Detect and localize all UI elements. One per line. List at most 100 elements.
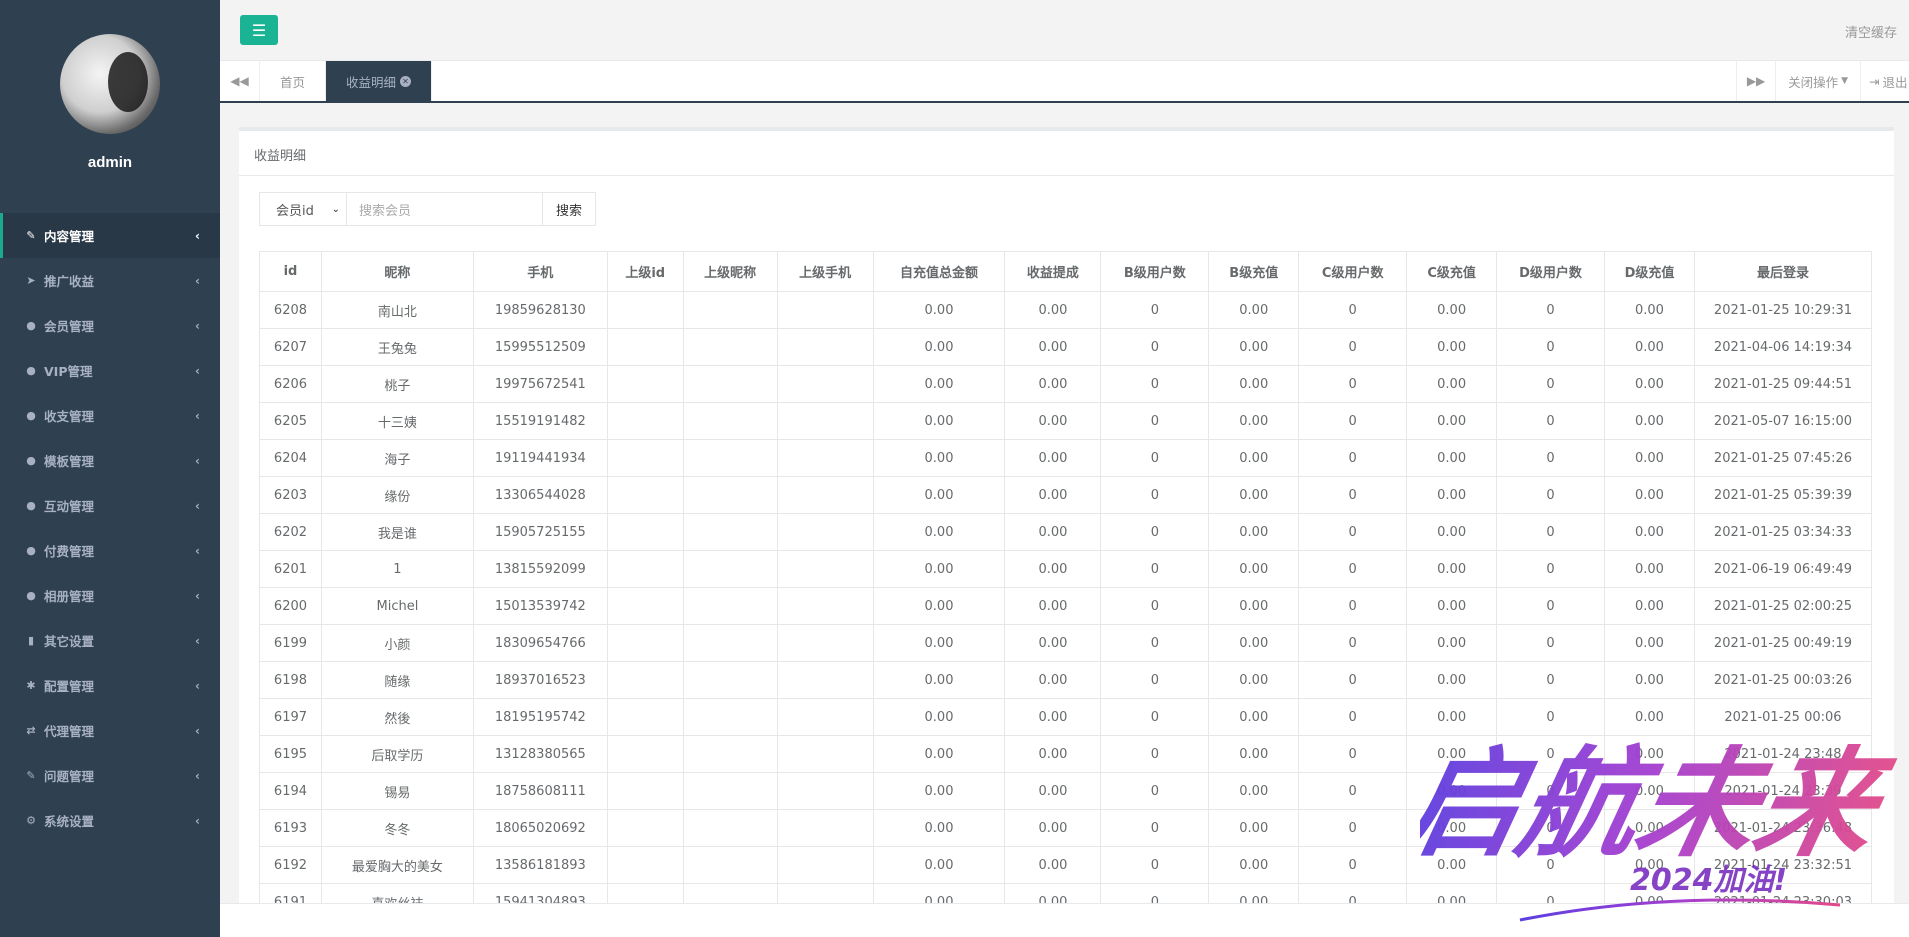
table-cell: 小颜 bbox=[320, 624, 474, 662]
tabs-right-controls: ▶▶ 关闭操作 ▼ ⇥ 退出 bbox=[1736, 61, 1909, 101]
asterisk-icon: ✱ bbox=[26, 679, 36, 692]
tab-scroll-left-button[interactable]: ◀◀ bbox=[220, 61, 260, 101]
table-cell: 0 bbox=[1100, 624, 1210, 662]
table-cell: 海子 bbox=[320, 439, 474, 477]
sidebar-item[interactable]: ● 模板管理 ‹ bbox=[0, 438, 220, 483]
table-cell: 0.00 bbox=[1604, 402, 1695, 440]
topbar: ☰ 清空缓存 bbox=[220, 0, 1909, 61]
sidebar-item-label: 推广收益 bbox=[44, 274, 95, 289]
table-cell: 6199 bbox=[259, 624, 322, 662]
tab-scroll-right-button[interactable]: ▶▶ bbox=[1736, 61, 1777, 101]
table-cell: 6194 bbox=[259, 772, 322, 810]
table-cell bbox=[776, 513, 874, 551]
chevron-down-icon: ⌄ bbox=[331, 203, 340, 215]
sidebar-item-label: 代理管理 bbox=[44, 724, 95, 739]
table-cell: 18309654766 bbox=[472, 624, 608, 662]
sidebar-item[interactable]: ● 付费管理 ‹ bbox=[0, 528, 220, 573]
table-row: 6208 南山北 19859628130 0.00 0.00 0 0.00 0 0.00 0 0.0… bbox=[259, 291, 1873, 329]
table-cell: 0 bbox=[1496, 587, 1605, 625]
table-cell: 0 bbox=[1298, 735, 1408, 773]
sidebar-item[interactable]: ⇄ 代理管理 ‹ bbox=[0, 708, 220, 753]
user-icon: ● bbox=[26, 544, 36, 557]
chevron-left-icon: ‹ bbox=[195, 768, 200, 783]
search-button[interactable]: 搜索 bbox=[543, 192, 596, 226]
table-cell: 2021-01-25 00:49:19 bbox=[1693, 624, 1873, 662]
table-cell: 2021-01-24 23:36:48 bbox=[1693, 809, 1873, 847]
chevron-left-icon: ‹ bbox=[195, 498, 200, 513]
table-row: 6202 我是谁 15905725155 0.00 0.00 0 0.00 0 0.00 0 0.0… bbox=[259, 513, 1873, 551]
table-cell bbox=[682, 402, 778, 440]
table-cell: 0 bbox=[1298, 439, 1408, 477]
column-header: 上级手机 bbox=[776, 251, 874, 292]
username[interactable]: admin bbox=[0, 154, 220, 171]
sidebar-item[interactable]: ● 互动管理 ‹ bbox=[0, 483, 220, 528]
sidebar-item[interactable]: ● 会员管理 ‹ bbox=[0, 303, 220, 348]
table-cell: 19859628130 bbox=[472, 291, 608, 329]
table-cell: 0.00 bbox=[1406, 328, 1498, 366]
sidebar-item[interactable]: ✎ 内容管理 ‹ bbox=[0, 213, 220, 258]
table-cell: 2021-04-06 14:19:34 bbox=[1693, 328, 1873, 366]
table-cell: 0 bbox=[1298, 328, 1408, 366]
table-cell: 2021-05-07 16:15:00 bbox=[1693, 402, 1873, 440]
table-cell: 0.00 bbox=[1208, 439, 1300, 477]
table-cell: 0.00 bbox=[1208, 698, 1300, 736]
table-cell: 0.00 bbox=[1406, 772, 1498, 810]
table-cell: 0.00 bbox=[1604, 698, 1695, 736]
table-cell: 0 bbox=[1100, 291, 1210, 329]
table-cell: 0.00 bbox=[1004, 661, 1102, 699]
chevron-left-icon: ‹ bbox=[195, 543, 200, 558]
tab-home-label: 首页 bbox=[280, 74, 306, 90]
column-header: 上级id bbox=[606, 251, 684, 292]
table-cell: 0 bbox=[1496, 476, 1605, 514]
table-cell: 0.00 bbox=[1604, 661, 1695, 699]
chevron-left-icon: ‹ bbox=[195, 228, 200, 243]
table-cell bbox=[682, 328, 778, 366]
chevron-left-icon: ‹ bbox=[195, 633, 200, 648]
sidebar-item[interactable]: ➤ 推广收益 ‹ bbox=[0, 258, 220, 303]
table-cell bbox=[682, 772, 778, 810]
table-cell: 0.00 bbox=[1004, 513, 1102, 551]
tab-home[interactable]: 首页 bbox=[260, 61, 327, 101]
search-input[interactable]: 搜索会员 bbox=[347, 192, 543, 226]
table-cell: 18937016523 bbox=[472, 661, 608, 699]
table-cell: 13306544028 bbox=[472, 476, 608, 514]
table-cell: 0.00 bbox=[872, 402, 1006, 440]
avatar[interactable] bbox=[60, 34, 160, 134]
edit-icon: ✎ bbox=[26, 229, 36, 242]
table-cell: 2021-01-25 10:29:31 bbox=[1693, 291, 1873, 329]
table-cell bbox=[606, 772, 684, 810]
column-header: 上级昵称 bbox=[682, 251, 778, 292]
sidebar-item[interactable]: ● 相册管理 ‹ bbox=[0, 573, 220, 618]
sidebar-item[interactable]: ✱ 配置管理 ‹ bbox=[0, 663, 220, 708]
tab-income-detail[interactable]: 收益明细 ✕ bbox=[326, 61, 433, 101]
search-field-select[interactable]: 会员id ⌄ bbox=[259, 192, 347, 226]
table-cell: 0.00 bbox=[872, 624, 1006, 662]
table-cell: 0.00 bbox=[1208, 513, 1300, 551]
sidebar-nav: ✎ 内容管理 ‹ ➤ 推广收益 ‹ ● 会员管理 ‹ ● VIP管理 ‹ ● 收支管理 ‹ ● 模板管理 ‹ ● 互动… bbox=[0, 213, 220, 843]
close-tab-icon[interactable]: ✕ bbox=[400, 75, 412, 87]
table-cell: 0.00 bbox=[1208, 291, 1300, 329]
chevron-left-icon: ‹ bbox=[195, 453, 200, 468]
logout-button[interactable]: ⇥ 退出 bbox=[1861, 61, 1909, 101]
table-cell: 0.00 bbox=[1604, 624, 1695, 662]
close-operations-dropdown[interactable]: 关闭操作 ▼ bbox=[1776, 61, 1861, 101]
sidebar-item[interactable]: ● VIP管理 ‹ bbox=[0, 348, 220, 393]
table-cell bbox=[776, 291, 874, 329]
table-cell: 0.00 bbox=[1004, 624, 1102, 662]
sidebar-item[interactable]: ⚙ 系统设置 ‹ bbox=[0, 798, 220, 843]
table-cell: 0 bbox=[1496, 624, 1605, 662]
table-cell: 0 bbox=[1298, 698, 1408, 736]
chevron-left-icon: ‹ bbox=[195, 273, 200, 288]
table-cell: 0.00 bbox=[1004, 698, 1102, 736]
table-cell: 0 bbox=[1496, 550, 1605, 588]
sidebar-item[interactable]: ▮ 其它设置 ‹ bbox=[0, 618, 220, 663]
send-icon: ➤ bbox=[26, 274, 36, 287]
table-cell: 6208 bbox=[259, 291, 322, 329]
clear-cache-link[interactable]: 清空缓存 bbox=[1845, 22, 1897, 41]
sidebar-item[interactable]: ✎ 问题管理 ‹ bbox=[0, 753, 220, 798]
sidebar-item[interactable]: ● 收支管理 ‹ bbox=[0, 393, 220, 438]
menu-toggle-button[interactable]: ☰ bbox=[240, 15, 278, 45]
hamburger-icon: ☰ bbox=[251, 20, 267, 40]
sidebar-item-label: 配置管理 bbox=[44, 679, 95, 694]
table-cell: 6202 bbox=[259, 513, 322, 551]
